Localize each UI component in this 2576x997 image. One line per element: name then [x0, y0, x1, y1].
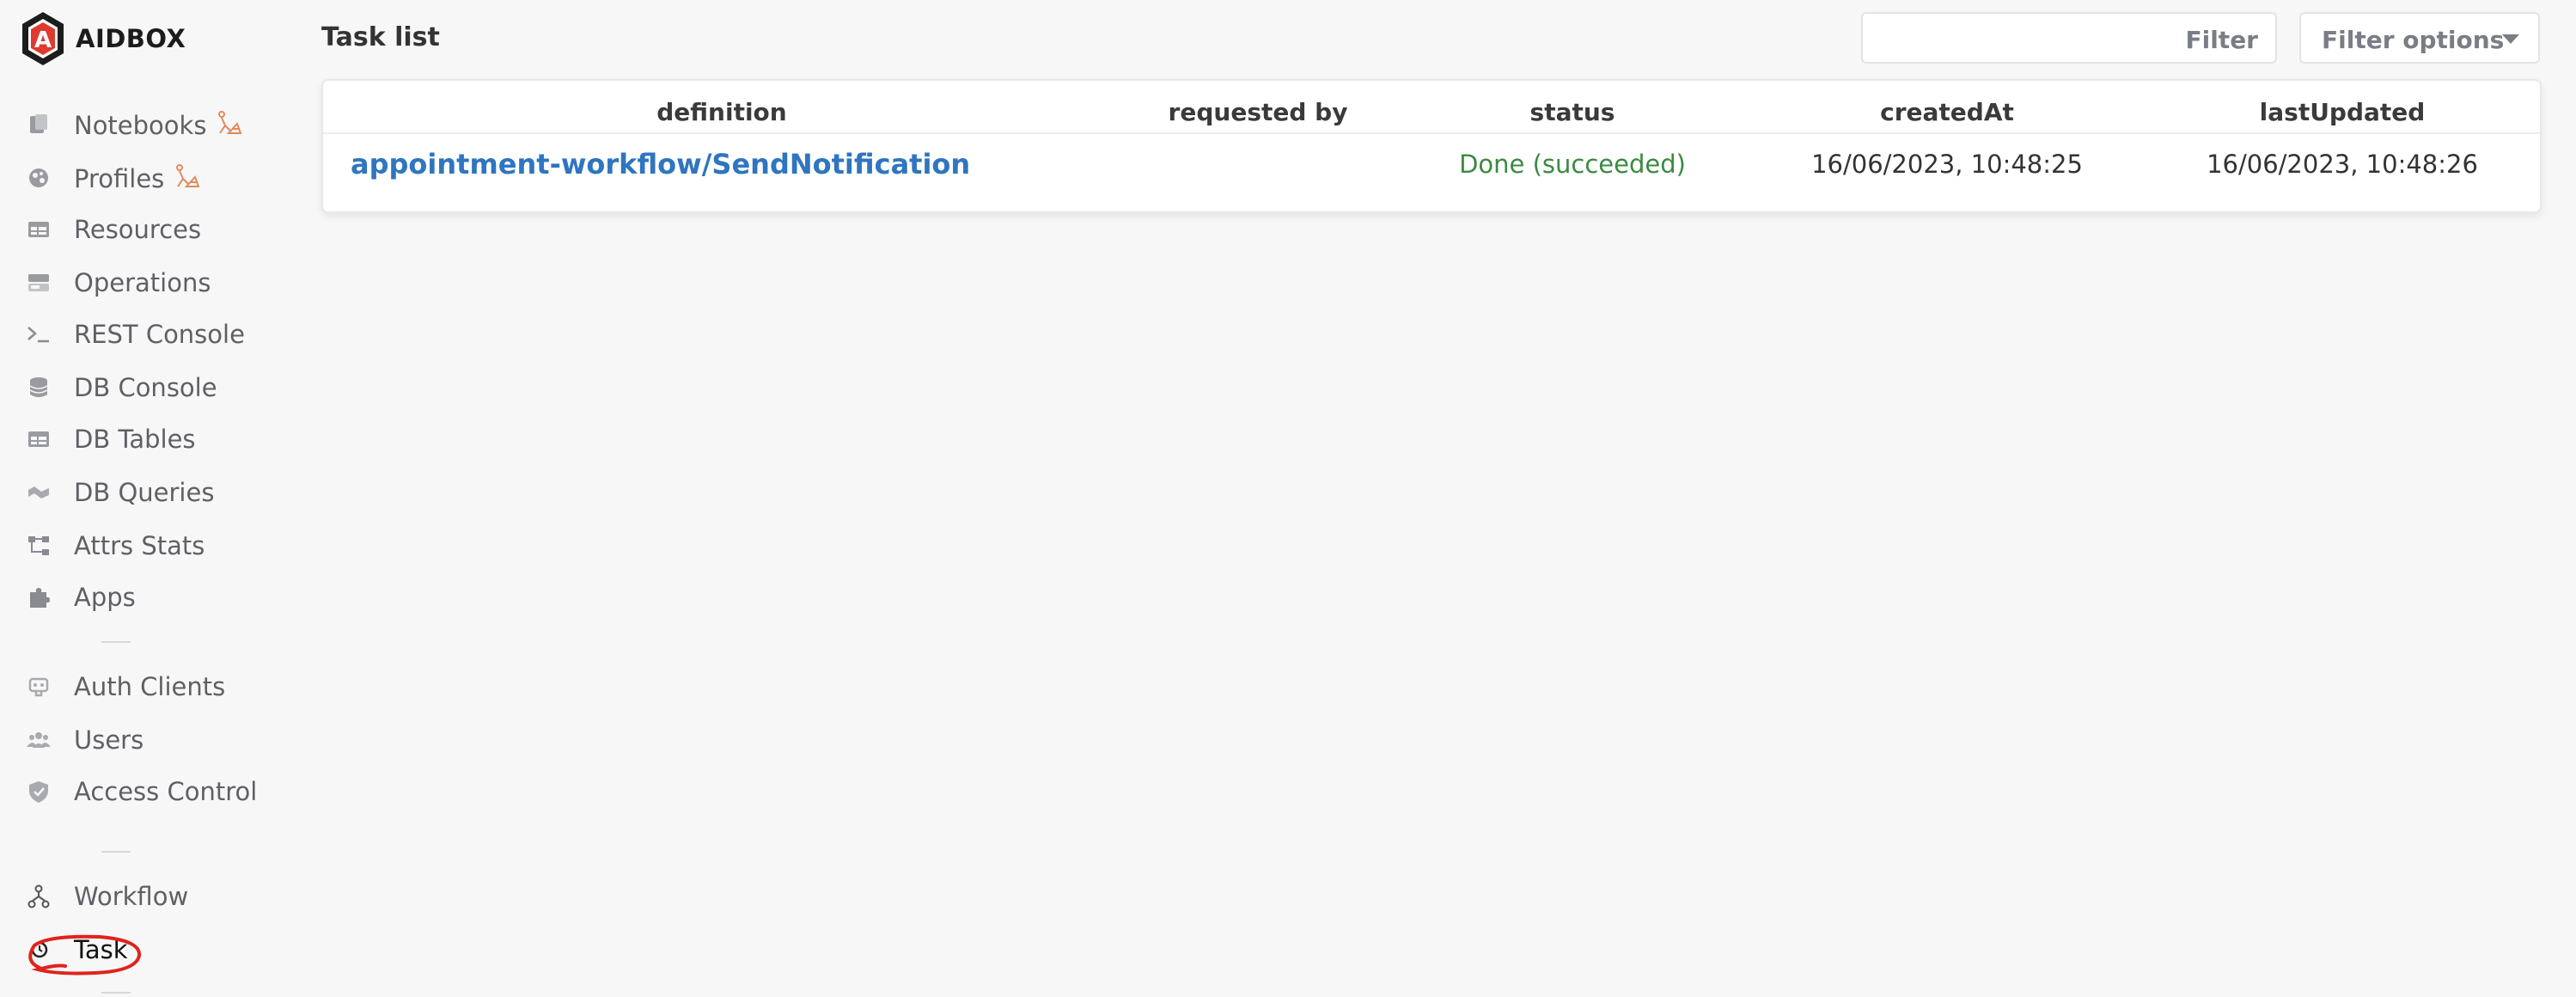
- column-header-createdat[interactable]: createdAt: [1880, 98, 2014, 126]
- filter-options-dropdown[interactable]: Filter options: [2299, 12, 2540, 64]
- sidebar-item-label: Users: [74, 725, 144, 755]
- profiles-icon: [24, 163, 53, 193]
- app-root: A AIDBOX Notebooks Profiles Resources Op…: [0, 0, 2576, 997]
- sidebar-divider: [101, 992, 131, 994]
- db-queries-icon: [24, 478, 53, 507]
- sidebar-item-db-console[interactable]: DB Console: [24, 364, 282, 411]
- users-icon: [24, 725, 53, 755]
- sidebar-item-users[interactable]: Users: [24, 717, 282, 763]
- task-last-updated: 16/06/2023, 10:48:26: [2207, 150, 2478, 179]
- sidebar-item-rest-console[interactable]: REST Console: [24, 311, 282, 358]
- sidebar-item-auth-clients[interactable]: Auth Clients: [24, 664, 282, 710]
- sidebar: A AIDBOX Notebooks Profiles Resources Op…: [0, 0, 292, 997]
- sidebar-divider: [101, 641, 131, 643]
- sidebar-item-label: Resources: [74, 215, 202, 244]
- column-header-lastupdated[interactable]: lastUpdated: [2260, 98, 2426, 126]
- app-name: AIDBOX: [76, 24, 186, 53]
- sidebar-item-label: Workflow: [74, 882, 189, 911]
- auth-clients-icon: [24, 672, 53, 701]
- sidebar-item-db-queries[interactable]: DB Queries: [24, 469, 282, 516]
- task-status: Done (succeeded): [1459, 150, 1686, 179]
- sidebar-item-label: Task: [74, 935, 128, 964]
- db-tables-icon: [24, 425, 53, 454]
- sidebar-divider: [101, 851, 131, 853]
- table-header-divider: [323, 132, 2540, 134]
- notebooks-icon: [24, 110, 53, 139]
- task-table: definition requested by status createdAt…: [321, 79, 2542, 213]
- sidebar-item-label: Attrs Stats: [74, 531, 205, 560]
- sidebar-item-label: Auth Clients: [74, 672, 226, 701]
- sidebar-item-db-tables[interactable]: DB Tables: [24, 416, 282, 462]
- sidebar-item-label: REST Console: [74, 320, 245, 349]
- sidebar-item-task[interactable]: Task: [24, 927, 282, 973]
- sidebar-item-label: DB Tables: [74, 425, 196, 454]
- attrs-stats-icon: [24, 531, 53, 560]
- sidebar-item-access-control[interactable]: Access Control: [24, 768, 282, 815]
- task-icon: [24, 935, 53, 964]
- caret-down-icon: [2502, 34, 2519, 44]
- sidebar-item-apps[interactable]: Apps: [24, 574, 282, 621]
- filter-options-label: Filter options: [2322, 26, 2505, 54]
- db-console-icon: [24, 373, 53, 402]
- construction-icon: [176, 163, 200, 187]
- sidebar-item-profiles[interactable]: Profiles: [24, 155, 282, 201]
- sidebar-item-label: Access Control: [74, 777, 258, 806]
- sidebar-item-resources[interactable]: Resources: [24, 206, 282, 253]
- sidebar-item-label: Operations: [74, 268, 211, 297]
- logo[interactable]: A AIDBOX: [19, 10, 186, 67]
- filter-button[interactable]: Filter: [2185, 26, 2258, 54]
- aidbox-logo-icon: A: [22, 12, 64, 65]
- operations-icon: [24, 268, 53, 297]
- rest-console-icon: [24, 320, 53, 349]
- column-header-requested-by[interactable]: requested by: [1169, 98, 1348, 126]
- apps-icon: [24, 583, 53, 612]
- task-created-at: 16/06/2023, 10:48:25: [1811, 150, 2083, 179]
- column-header-status[interactable]: status: [1530, 98, 1615, 126]
- filter-input[interactable]: [1863, 14, 2200, 62]
- sidebar-item-label: Apps: [74, 583, 136, 612]
- task-definition-link[interactable]: appointment-workflow/SendNotification: [351, 148, 970, 180]
- sidebar-item-operations[interactable]: Operations: [24, 260, 282, 306]
- sidebar-item-attrs-stats[interactable]: Attrs Stats: [24, 523, 282, 569]
- svg-text:A: A: [34, 28, 52, 53]
- page-title: Task list: [321, 22, 440, 52]
- sidebar-item-label: DB Queries: [74, 478, 215, 507]
- sidebar-item-label: Profiles: [74, 163, 165, 193]
- shield-icon: [24, 777, 53, 806]
- workflow-icon: [24, 882, 53, 911]
- sidebar-item-label: DB Console: [74, 373, 217, 402]
- sidebar-item-workflow[interactable]: Workflow: [24, 873, 282, 920]
- column-header-definition[interactable]: definition: [656, 98, 786, 126]
- resources-icon: [24, 215, 53, 244]
- filter-box: Filter: [1861, 12, 2277, 64]
- construction-icon: [218, 110, 242, 134]
- sidebar-item-notebooks[interactable]: Notebooks: [24, 101, 282, 148]
- sidebar-item-label: Notebooks: [74, 110, 207, 140]
